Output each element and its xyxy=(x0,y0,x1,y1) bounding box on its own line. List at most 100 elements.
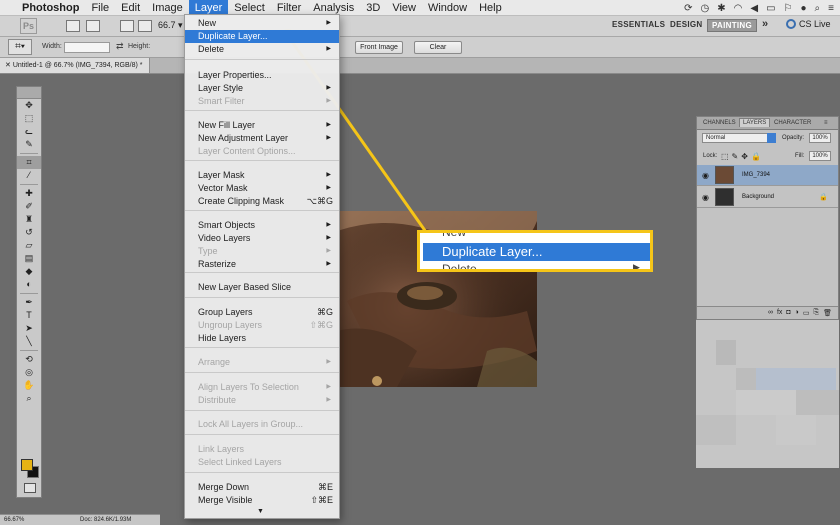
menu-file[interactable]: File xyxy=(85,0,115,16)
volume-icon[interactable]: ◀ xyxy=(750,3,758,14)
menu-item-rasterize[interactable]: Rasterize ▶ xyxy=(185,258,339,271)
menu-item-duplicate-layer[interactable]: Duplicate Layer... xyxy=(185,30,339,43)
menu-item-vector-mask[interactable]: Vector Mask ▶ xyxy=(185,182,339,195)
layer-row[interactable]: ◉ IMG_7394 xyxy=(697,165,838,186)
gradient-tool-icon[interactable]: ▤ xyxy=(17,252,41,265)
visibility-eye-icon[interactable]: ◉ xyxy=(702,171,709,180)
crop-tool-preset-icon[interactable]: ⌗▾ xyxy=(8,39,32,55)
lasso-tool-icon[interactable]: ᓚ xyxy=(17,125,41,138)
crop-tool-icon[interactable]: ⌗ xyxy=(17,156,41,169)
new-group-icon[interactable]: ▭ xyxy=(803,309,810,317)
menu-item-new-adjustment-layer[interactable]: New Adjustment Layer ▶ xyxy=(185,132,339,145)
tab-character[interactable]: CHARACTER xyxy=(771,119,814,127)
menu-item-video-layers[interactable]: Video Layers ▶ xyxy=(185,232,339,245)
menu-window[interactable]: Window xyxy=(422,0,473,16)
menu-item-create-clipping-mask[interactable]: Create Clipping Mask ⌥⌘G xyxy=(185,195,339,208)
history-brush-tool-icon[interactable]: ↺ xyxy=(17,226,41,239)
menu-view[interactable]: View xyxy=(386,0,422,16)
workspace-more-button[interactable]: » xyxy=(762,18,768,30)
hand-tool-icon[interactable]: ✋ xyxy=(17,379,41,392)
notifications-icon[interactable]: ≡ xyxy=(828,3,834,14)
menu-scroll-down-icon[interactable]: ▼ xyxy=(257,508,264,515)
workspace-design[interactable]: DESIGN xyxy=(670,20,702,29)
new-layer-icon[interactable]: ⎘ xyxy=(814,309,820,317)
workspace-essentials[interactable]: ESSENTIALS xyxy=(612,20,665,29)
view-extras-icon[interactable] xyxy=(120,20,134,32)
opacity-input[interactable]: 100% xyxy=(809,133,831,143)
healing-brush-tool-icon[interactable]: ✚ xyxy=(17,187,41,200)
tools-panel-grip[interactable] xyxy=(17,87,41,99)
3d-orbit-tool-icon[interactable]: ◎ xyxy=(17,366,41,379)
clone-stamp-tool-icon[interactable]: ♜ xyxy=(17,213,41,226)
close-tab-icon[interactable]: ✕ xyxy=(5,62,11,69)
menu-item-delete[interactable]: Delete ▶ xyxy=(185,43,339,56)
swap-dimensions-icon[interactable]: ⇄ xyxy=(116,41,124,52)
arrange-documents-icon[interactable] xyxy=(138,20,152,32)
timemachine-icon[interactable]: ◷ xyxy=(701,3,710,14)
adjustment-layer-icon[interactable]: ◑ xyxy=(795,309,799,317)
panel-menu-icon[interactable]: ≡ xyxy=(821,119,831,127)
document-tab[interactable]: ✕ Untitled-1 @ 66.7% (IMG_7394, RGB/8) * xyxy=(0,58,150,73)
brush-tool-icon[interactable]: ✐ xyxy=(17,200,41,213)
add-mask-icon[interactable]: ◘ xyxy=(786,309,790,317)
battery-icon[interactable]: ▭ xyxy=(766,3,775,14)
cs-live-button[interactable]: CS Live xyxy=(786,19,831,29)
status-zoom[interactable]: 66.67% xyxy=(4,515,24,525)
eraser-tool-icon[interactable]: ▱ xyxy=(17,239,41,252)
flag-icon[interactable]: ⚐ xyxy=(784,3,793,14)
move-tool-icon[interactable]: ✥ xyxy=(17,99,41,112)
menu-edit[interactable]: Edit xyxy=(115,0,146,16)
type-tool-icon[interactable]: T xyxy=(17,309,41,322)
eyedropper-tool-icon[interactable]: ⁄ xyxy=(17,169,41,182)
menu-item-new-fill-layer[interactable]: New Fill Layer ▶ xyxy=(185,119,339,132)
bridge-icon[interactable] xyxy=(66,20,80,32)
menu-help[interactable]: Help xyxy=(473,0,508,16)
dodge-tool-icon[interactable]: ◐ xyxy=(17,278,41,291)
clear-button[interactable]: Clear xyxy=(414,41,462,54)
menu-item-merge-visible[interactable]: Merge Visible ⇧⌘E xyxy=(185,494,339,507)
app-menu[interactable]: Photoshop xyxy=(16,0,85,16)
width-input[interactable] xyxy=(64,42,110,53)
delete-layer-icon[interactable]: 🗑 xyxy=(823,309,832,317)
visibility-eye-icon[interactable]: ◉ xyxy=(702,193,709,202)
menu-item-layer-mask[interactable]: Layer Mask ▶ xyxy=(185,169,339,182)
zoom-level[interactable]: 66.7 ▾ xyxy=(158,20,183,31)
menu-item-group-layers[interactable]: Group Layers ⌘G xyxy=(185,306,339,319)
bluetooth-icon[interactable]: ✱ xyxy=(717,3,725,14)
layer-menu-dropdown: New ▶ Duplicate Layer... Delete ▶ Layer Prope… xyxy=(184,14,340,519)
foreground-color-swatch[interactable] xyxy=(21,459,33,471)
tab-layers[interactable]: LAYERS xyxy=(739,118,771,127)
link-layers-icon[interactable]: ∞ xyxy=(768,309,773,317)
menu-item-hide-layers[interactable]: Hide Layers xyxy=(185,332,339,345)
zoom-tool-icon[interactable]: ⌕ xyxy=(17,392,41,405)
menu-item-layer-properties[interactable]: Layer Properties... xyxy=(185,69,339,82)
front-image-button[interactable]: Front Image xyxy=(355,41,403,54)
menu-3d[interactable]: 3D xyxy=(360,0,386,16)
layer-style-icon[interactable]: fx xyxy=(777,309,782,317)
user-icon[interactable]: ● xyxy=(801,3,807,14)
menu-image[interactable]: Image xyxy=(146,0,189,16)
fill-input[interactable]: 100% xyxy=(809,151,831,161)
marquee-tool-icon[interactable]: ⬚ xyxy=(17,112,41,125)
shape-tool-icon[interactable]: ╲ xyxy=(17,335,41,348)
menu-item-smart-objects[interactable]: Smart Objects ▶ xyxy=(185,219,339,232)
mini-bridge-icon[interactable] xyxy=(86,20,100,32)
blur-tool-icon[interactable]: ◆ xyxy=(17,265,41,278)
menu-item-merge-down[interactable]: Merge Down ⌘E xyxy=(185,481,339,494)
sync-icon[interactable]: ⟳ xyxy=(684,3,692,14)
pen-tool-icon[interactable]: ✒ xyxy=(17,296,41,309)
wifi-icon[interactable]: ◠ xyxy=(734,3,743,14)
spotlight-icon[interactable]: ⌕ xyxy=(815,3,821,14)
menu-item-new-layer-based-slice[interactable]: New Layer Based Slice xyxy=(185,281,339,294)
menu-item-new[interactable]: New ▶ xyxy=(185,17,339,30)
workspace-painting[interactable]: PAINTING xyxy=(707,19,758,32)
lock-icons[interactable]: ⬚✎✥🔒 xyxy=(721,152,764,161)
path-selection-tool-icon[interactable]: ➤ xyxy=(17,322,41,335)
layer-row[interactable]: ◉ Background 🔒 xyxy=(697,187,838,208)
quick-selection-tool-icon[interactable]: ✎ xyxy=(17,138,41,151)
quick-mask-icon[interactable] xyxy=(24,483,36,493)
blend-mode-select[interactable]: Normal xyxy=(702,133,776,143)
menu-item-layer-style[interactable]: Layer Style ▶ xyxy=(185,82,339,95)
tab-channels[interactable]: CHANNELS xyxy=(700,119,739,127)
3d-rotate-tool-icon[interactable]: ⟲ xyxy=(17,353,41,366)
